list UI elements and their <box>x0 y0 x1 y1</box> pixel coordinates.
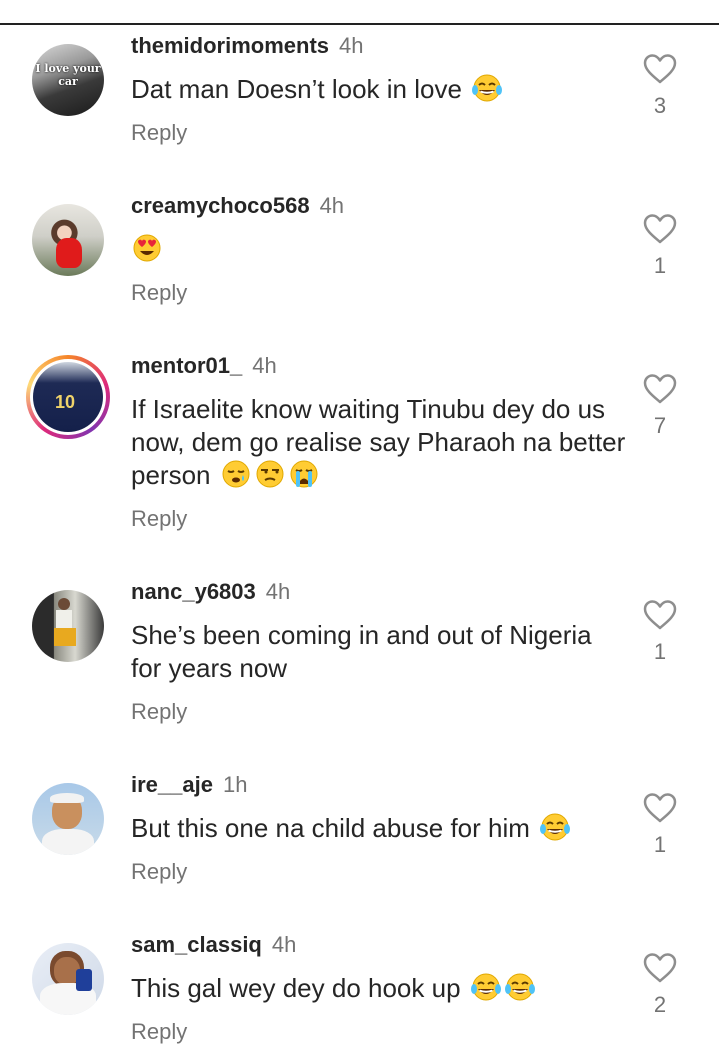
avatar[interactable] <box>32 204 104 276</box>
like-heart-icon[interactable] <box>640 953 680 983</box>
timestamp: 4h <box>265 579 291 604</box>
like-heart-icon[interactable] <box>640 374 680 404</box>
timestamp: 4h <box>319 193 345 218</box>
like-count: 2 <box>653 992 667 1017</box>
like-count: 1 <box>653 253 667 278</box>
reply-link[interactable]: Reply <box>131 698 187 726</box>
reply-link[interactable]: Reply <box>131 858 187 886</box>
username[interactable]: creamychoco568 <box>131 193 310 218</box>
unamused-emoji-icon <box>254 459 286 497</box>
username[interactable]: themidorimoments <box>131 33 329 58</box>
tears-of-joy-emoji-icon <box>504 972 536 1010</box>
comment-header: nanc_y6803 4h <box>131 578 290 606</box>
avatar[interactable] <box>32 783 104 855</box>
avatar[interactable] <box>32 590 104 662</box>
timestamp: 1h <box>222 772 248 797</box>
comment-body: She’s been coming in and out of Nigeria … <box>131 620 592 683</box>
avatar[interactable] <box>32 943 104 1015</box>
tears-of-joy-emoji-icon <box>470 972 502 1010</box>
like-heart-icon[interactable] <box>640 793 680 823</box>
comment-text: If Israelite know waiting Tinubu dey do … <box>131 393 626 497</box>
jersey-number: 10 <box>54 392 76 412</box>
comment-body: If Israelite know waiting Tinubu dey do … <box>131 394 626 490</box>
tears-of-joy-emoji-icon <box>471 73 503 111</box>
avatar-caption: I love your car <box>35 62 101 88</box>
like-count: 1 <box>653 832 667 857</box>
like-count: 3 <box>653 93 667 118</box>
top-divider <box>0 23 719 25</box>
avatar[interactable]: I love your car <box>32 44 104 116</box>
loudly-crying-emoji-icon <box>288 459 320 497</box>
avatar-story-ring[interactable]: 10 <box>26 355 110 439</box>
timestamp: 4h <box>271 932 297 957</box>
timestamp: 4h <box>252 353 277 378</box>
username[interactable]: ire__aje <box>131 772 213 797</box>
timestamp: 4h <box>339 33 364 58</box>
username[interactable]: mentor01_ <box>131 353 242 378</box>
comment-body: Dat man Doesn’t look in love <box>131 74 462 104</box>
comment-text: But this one na child abuse for him <box>131 812 626 850</box>
like-heart-icon[interactable] <box>640 600 680 630</box>
comment-header: mentor01_ 4h <box>131 352 277 380</box>
reply-link[interactable]: Reply <box>131 279 187 307</box>
comment-body: But this one na child abuse for him <box>131 813 530 843</box>
heart-eyes-emoji-icon <box>131 233 163 271</box>
username[interactable]: nanc_y6803 <box>131 579 256 604</box>
comment-text: She’s been coming in and out of Nigeria … <box>131 619 626 685</box>
comment-header: ire__aje 1h <box>131 771 247 799</box>
comment-body: This gal wey dey do hook up <box>131 973 461 1003</box>
like-heart-icon[interactable] <box>640 214 680 244</box>
like-count: 1 <box>653 639 667 664</box>
comment-text: Dat man Doesn’t look in love <box>131 73 626 111</box>
comment-text: This gal wey dey do hook up <box>131 972 626 1010</box>
tears-of-joy-emoji-icon <box>539 812 571 850</box>
comment-text <box>131 233 626 271</box>
reply-link[interactable]: Reply <box>131 119 187 147</box>
comment-header: creamychoco568 4h <box>131 192 344 220</box>
like-count: 7 <box>653 413 667 438</box>
sleepy-emoji-icon <box>220 459 252 497</box>
like-heart-icon[interactable] <box>640 54 680 84</box>
comment-header: themidorimoments 4h <box>131 32 364 60</box>
username[interactable]: sam_classiq <box>131 932 262 957</box>
comment-header: sam_classiq 4h <box>131 931 296 959</box>
reply-link[interactable]: Reply <box>131 1018 187 1046</box>
reply-link[interactable]: Reply <box>131 505 187 533</box>
